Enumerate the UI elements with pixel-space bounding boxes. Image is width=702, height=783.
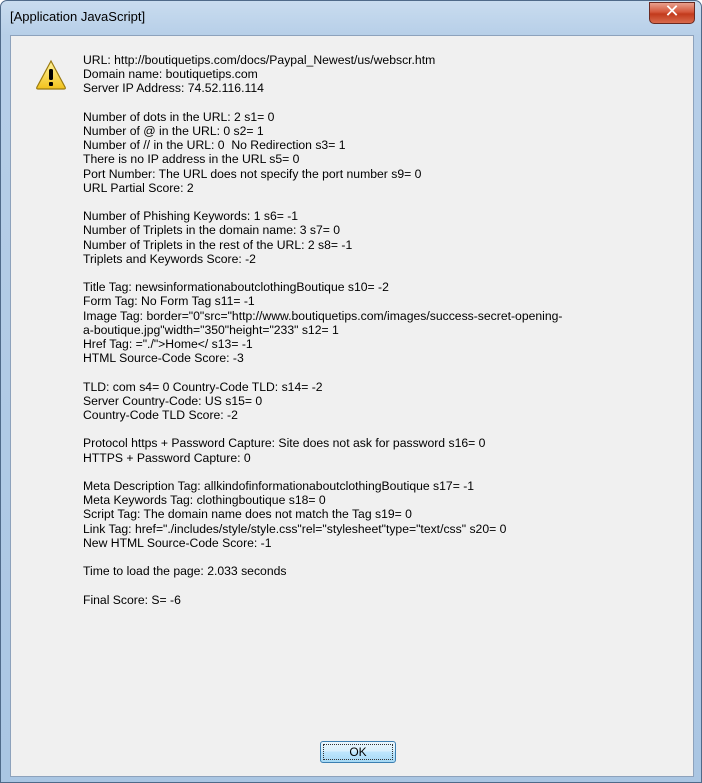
message-line: Number of @ in the URL: 0 s2= 1 [83, 124, 264, 138]
message-line: Protocol https + Password Capture: Site … [83, 436, 486, 451]
message-line [83, 578, 683, 592]
message-line: Number of Phishing Keywords: 1 s6= -1 [83, 209, 299, 224]
message-line [83, 266, 683, 280]
ok-button-label: OK [349, 745, 367, 759]
message-line [83, 422, 683, 436]
message-line: Meta Keywords Tag: clothingboutique s18=… [83, 493, 326, 508]
close-button[interactable]: ✕ [649, 1, 695, 24]
message-line: Final Score: S= -6 [83, 592, 181, 607]
close-icon: ✕ [664, 1, 680, 22]
message-line: a-boutique.jpg"width="350"height="233" s… [83, 322, 339, 337]
ok-button[interactable]: OK [320, 741, 396, 763]
message-line: Domain name: boutiquetips.com [83, 67, 258, 82]
window-title: [Application JavaScript] [10, 9, 146, 24]
message-line: Country-Code TLD Score: -2 [83, 408, 238, 423]
message-line: Number of Triplets in the domain name: 3… [83, 223, 341, 238]
message-line: Server Country-Code: US s15= 0 [83, 393, 263, 408]
message-line: Port Number: The URL does not specify th… [83, 166, 422, 181]
message-line [83, 195, 683, 209]
message-line: HTTPS + Password Capture: 0 [83, 450, 251, 465]
message-line [83, 550, 683, 564]
message-line [83, 465, 683, 479]
message-line [83, 365, 683, 379]
message-line: Server IP Address: 74.52.116.114 [83, 81, 264, 96]
message-line: URL Partial Score: 2 [83, 180, 194, 195]
message-line: There is no IP address in the URL s5= 0 [83, 152, 300, 167]
message-line: Number of dots in the URL: 2 s1= 0 [83, 109, 275, 124]
message-line: Triplets and Keywords Score: -2 [83, 251, 256, 266]
message-line: Number of Triplets in the rest of the UR… [83, 237, 353, 252]
message-line: Link Tag: href="./includes/style/style.c… [83, 521, 507, 536]
warning-icon [36, 59, 66, 90]
dialog-window: [Application JavaScript] ✕ URL: http://b… [0, 0, 702, 783]
message-line: Form Tag: No Form Tag s11= -1 [83, 294, 255, 309]
message-line: Image Tag: border="0"src="http://www.bou… [83, 308, 563, 323]
message-line: Script Tag: The domain name does not mat… [83, 507, 412, 522]
message-line: New HTML Source-Code Score: -1 [83, 535, 272, 550]
message-line: Time to load the page: 2.033 seconds [83, 564, 287, 579]
title-bar[interactable]: [Application JavaScript] ✕ [1, 1, 701, 35]
message-text: URL: http://boutiquetips.com/docs/Paypal… [83, 53, 683, 607]
dialog-content: URL: http://boutiquetips.com/docs/Paypal… [10, 35, 694, 777]
message-line: Href Tag: ="./">Home</ s13= -1 [83, 337, 253, 352]
message-line: TLD: com s4= 0 Country-Code TLD: s14= -2 [83, 379, 323, 394]
message-line: Title Tag: newsinformationaboutclothingB… [83, 280, 389, 295]
message-line [83, 96, 683, 110]
message-line: URL: http://boutiquetips.com/docs/Paypal… [83, 53, 436, 67]
message-line: HTML Source-Code Score: -3 [83, 351, 244, 366]
message-line: Meta Description Tag: allkindofinformati… [83, 479, 475, 493]
message-line: Number of // in the URL: 0 No Redirectio… [83, 138, 346, 153]
